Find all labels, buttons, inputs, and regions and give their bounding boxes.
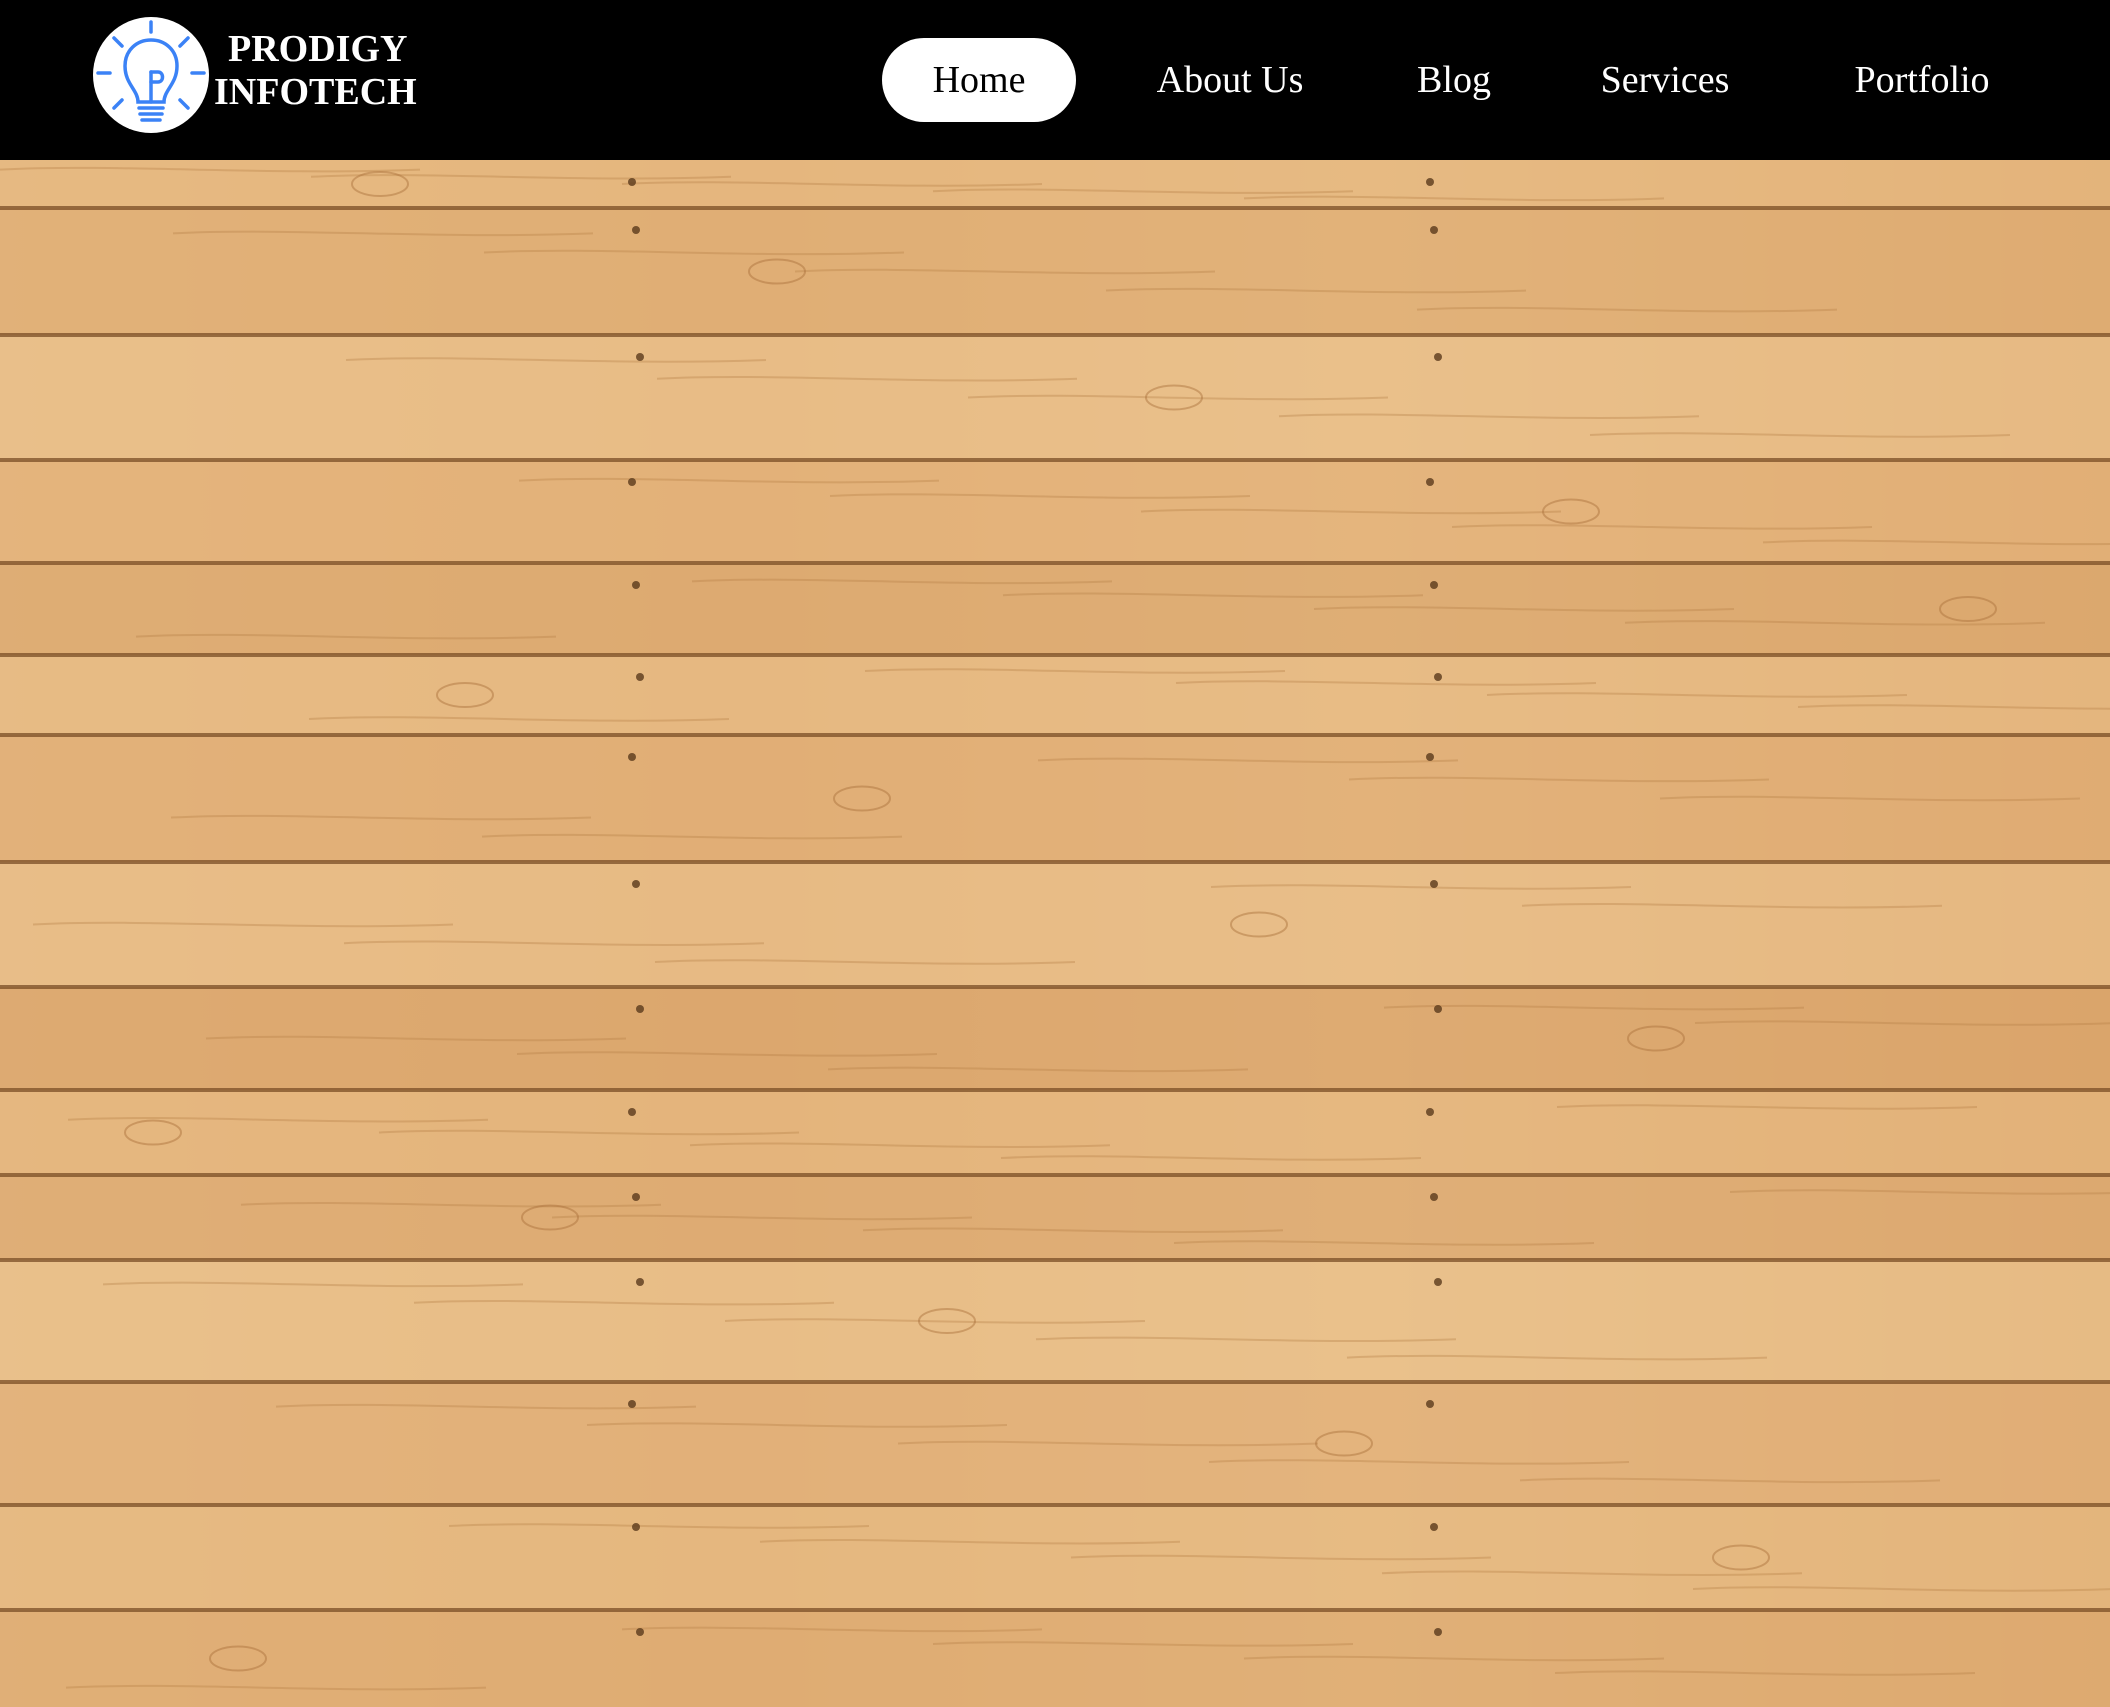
site-header: PRODIGY INFOTECH Home About Us Blog Serv… (0, 0, 2110, 160)
nav-blog[interactable]: Blog (1404, 38, 1504, 122)
nav-portfolio[interactable]: Portfolio (1832, 38, 2012, 122)
brand-name-line2: INFOTECH (214, 71, 417, 113)
wood-planks-image (0, 160, 2110, 1707)
brand-name: PRODIGY INFOTECH (214, 28, 417, 114)
nav-home[interactable]: Home (882, 38, 1076, 122)
nav-about-us[interactable]: About Us (1142, 38, 1318, 122)
nav-services[interactable]: Services (1578, 38, 1752, 122)
logo-link[interactable]: PRODIGY INFOTECH (92, 16, 422, 134)
wood-planks (0, 160, 2110, 1707)
lightbulb-icon (93, 17, 209, 133)
brand-name-line1: PRODIGY (228, 28, 408, 70)
hero-wood-background (0, 160, 2110, 1707)
